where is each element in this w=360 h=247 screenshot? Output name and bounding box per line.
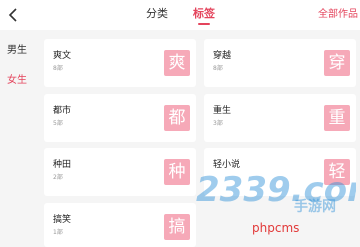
tag-count: 8部	[213, 65, 223, 72]
tag-card[interactable]: 重生 3部 重	[204, 94, 356, 142]
top-bar: 分类 标签 全部作品	[0, 0, 360, 30]
tag-title: 搞笑	[53, 215, 72, 225]
tag-title: 穿越	[213, 51, 232, 61]
tag-count: 8部	[53, 65, 63, 72]
tag-title: 都市	[53, 106, 72, 116]
sidebar-item-female[interactable]: 女生	[7, 74, 27, 87]
tag-card[interactable]: 都市 5部 都	[44, 94, 196, 142]
tab-tags[interactable]: 标签	[193, 7, 215, 21]
tag-badge: 重	[324, 105, 350, 131]
active-tab-indicator	[198, 23, 210, 25]
tag-title: 种田	[53, 160, 72, 170]
sidebar-item-male[interactable]: 男生	[7, 44, 27, 57]
tag-count: 5部	[53, 120, 63, 127]
tag-badge: 种	[164, 159, 190, 185]
tag-card[interactable]: 穿越 8部 穿	[204, 39, 356, 87]
all-works-link[interactable]: 全部作品	[318, 8, 358, 21]
watermark-text: phpcms	[252, 221, 300, 235]
tag-count: 3部	[213, 120, 223, 127]
tag-badge: 搞	[164, 214, 190, 240]
tag-card[interactable]: 爽文 8部 爽	[44, 39, 196, 87]
tag-card[interactable]: 种田 2部 种	[44, 148, 196, 196]
tab-category[interactable]: 分类	[146, 7, 168, 21]
tag-title: 爽文	[53, 51, 72, 61]
tag-card[interactable]: 搞笑 1部 搞	[44, 203, 196, 247]
watermark-logo-subtitle: 手游网	[294, 198, 336, 213]
tag-title: 重生	[213, 106, 232, 116]
tag-badge: 都	[164, 105, 190, 131]
back-arrow-icon[interactable]	[6, 6, 22, 24]
gender-sidebar: 男生 女生	[0, 30, 38, 247]
tag-badge: 穿	[324, 50, 350, 76]
tag-count: 2部	[53, 174, 63, 181]
tag-count: 1部	[53, 229, 63, 236]
watermark-logo: 2339.com 手游网	[196, 170, 356, 213]
tag-badge: 爽	[164, 50, 190, 76]
